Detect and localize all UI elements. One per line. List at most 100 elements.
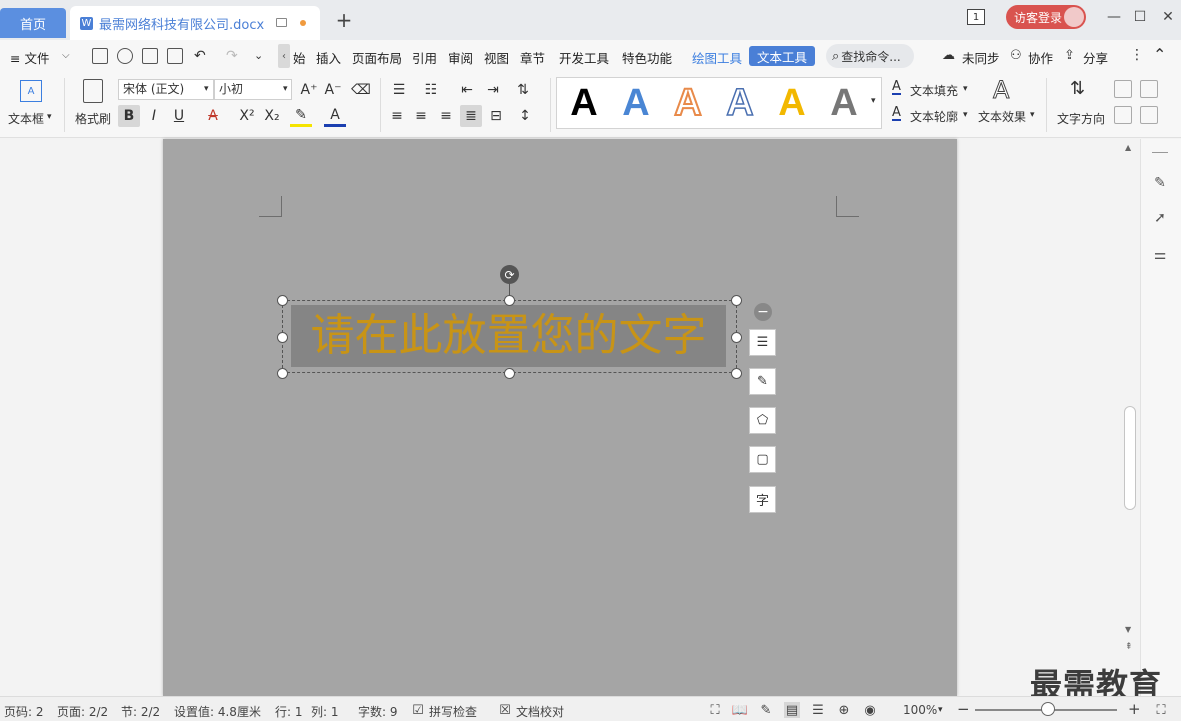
menu-reference[interactable]: 引用	[412, 48, 437, 67]
zoom-level[interactable]: 100%	[903, 703, 937, 717]
collab-button[interactable]: 协作	[1028, 48, 1053, 67]
fullscreen-icon[interactable]: ⛶	[707, 702, 723, 718]
text-style-black[interactable]: A	[559, 78, 609, 128]
search-command-input[interactable]: ⌕ 查找命令...	[826, 44, 914, 68]
text-style-gray[interactable]: A	[819, 78, 869, 128]
resize-handle[interactable]	[731, 295, 742, 306]
gallery-more-icon[interactable]: ▾	[871, 96, 876, 106]
menu-start[interactable]: 始	[293, 48, 306, 67]
sync-status[interactable]: 未同步	[962, 48, 1000, 67]
zoom-dropdown-icon[interactable]: ▾	[938, 705, 943, 715]
status-column[interactable]: 列: 1	[311, 703, 339, 720]
settings-sliders-icon[interactable]: ⚌	[1151, 246, 1169, 264]
zoom-in-button[interactable]: +	[1128, 700, 1141, 718]
text-direction-small-icon[interactable]: ⇅	[512, 79, 534, 101]
edit-pen-icon[interactable]: ✎	[1151, 174, 1169, 192]
menu-text-tools[interactable]: 文本工具	[749, 46, 815, 66]
underline-button[interactable]: U	[168, 105, 190, 127]
text-style-blue-outline[interactable]: A	[715, 78, 765, 128]
zoom-out-button[interactable]: −	[957, 700, 970, 718]
undo-icon[interactable]: ↶	[194, 48, 206, 64]
textbox-button[interactable]: 文本框	[8, 110, 44, 127]
resize-handle[interactable]	[731, 368, 742, 379]
monitor-icon[interactable]	[276, 18, 287, 27]
eye-protect-icon[interactable]: ◉	[862, 702, 878, 718]
prev-page-icon[interactable]: ⇞	[1125, 642, 1133, 652]
scrollbar-thumb[interactable]	[1124, 406, 1136, 510]
font-grow-icon[interactable]: A⁺	[298, 79, 320, 101]
decrease-indent-icon[interactable]: ⇤	[456, 79, 478, 101]
bold-button[interactable]: B	[118, 105, 140, 127]
tab-document[interactable]: W 最需网络科技有限公司.docx	[70, 6, 320, 40]
status-word-count[interactable]: 字数: 9	[358, 703, 398, 720]
text-style-gold[interactable]: A	[767, 78, 817, 128]
fit-text-icon[interactable]	[1140, 106, 1158, 124]
resize-handle[interactable]	[731, 332, 742, 343]
status-page-number[interactable]: 页码: 2	[4, 703, 44, 720]
distribute-icon[interactable]: ⊟	[485, 105, 507, 127]
align-right-icon[interactable]: ≡	[435, 105, 457, 127]
text-fill-dropdown-icon[interactable]: ▾	[963, 84, 968, 94]
maximize-button[interactable]: ☐	[1130, 8, 1150, 26]
write-mode-icon[interactable]: ✎	[758, 702, 774, 718]
layout-options-icon[interactable]: ☰	[749, 329, 776, 356]
font-shrink-icon[interactable]: A⁻	[322, 79, 344, 101]
print-preview-icon[interactable]	[167, 48, 183, 64]
text-effect-icon[interactable]: A	[992, 76, 1009, 105]
font-size-select[interactable]: 小初	[214, 79, 292, 100]
pen-style-icon[interactable]: ✎	[749, 368, 776, 395]
font-color-button[interactable]: A	[324, 105, 346, 127]
text-outline-icon[interactable]: A	[892, 106, 901, 121]
scroll-down-icon[interactable]: ▼	[1125, 625, 1131, 634]
doc-check-button[interactable]: 文档校对	[516, 703, 564, 720]
guest-login-button[interactable]: 访客登录	[1006, 5, 1086, 29]
resize-handle[interactable]	[504, 295, 515, 306]
resize-handle[interactable]	[277, 368, 288, 379]
menu-view[interactable]: 视图	[484, 48, 509, 67]
increase-indent-icon[interactable]: ⇥	[482, 79, 504, 101]
text-effect-dropdown-icon[interactable]: ▾	[1030, 110, 1035, 120]
menu-draw-tools[interactable]: 绘图工具	[692, 48, 742, 67]
numbered-list-icon[interactable]: ☷	[420, 79, 442, 101]
doc-check-icon[interactable]: ☒	[497, 702, 513, 718]
strikethrough-button[interactable]: A	[202, 105, 224, 127]
text-style-orange-outline[interactable]: A	[663, 78, 713, 128]
clear-format-icon[interactable]: ⌫	[350, 79, 372, 101]
fill-bucket-icon[interactable]: ⬠	[749, 407, 776, 434]
read-mode-icon[interactable]: 📖	[732, 702, 748, 718]
web-view-icon[interactable]: ⊕	[836, 702, 852, 718]
superscript-button[interactable]: X²	[236, 105, 258, 127]
save-icon[interactable]	[92, 48, 108, 64]
menu-review[interactable]: 审阅	[448, 48, 473, 67]
font-name-dropdown-icon[interactable]: ▾	[204, 84, 209, 94]
share-button[interactable]: 分享	[1083, 48, 1108, 67]
align-center-icon[interactable]: ≡	[410, 105, 432, 127]
text-fill-button[interactable]: 文本填充	[910, 82, 958, 99]
italic-button[interactable]: I	[143, 105, 165, 127]
quick-access-dropdown-icon[interactable]: ⌄	[254, 49, 263, 62]
textbox-icon[interactable]: A	[20, 80, 42, 102]
text-outline-button[interactable]: 文本轮廓	[910, 108, 958, 125]
align-left-icon[interactable]: ≡	[386, 105, 408, 127]
text-wrap-icon[interactable]: 字	[749, 486, 776, 513]
menu-special[interactable]: 特色功能	[622, 48, 672, 67]
collapse-ribbon-icon[interactable]: ⌃	[1153, 45, 1166, 64]
spell-check-icon[interactable]: ☑	[410, 702, 426, 718]
resize-handle[interactable]	[277, 332, 288, 343]
more-options-icon[interactable]: ⋮	[1130, 47, 1144, 63]
collapse-tools-icon[interactable]: −	[754, 303, 772, 321]
document-page[interactable]	[163, 139, 957, 696]
rotate-handle-icon[interactable]: ⟳	[500, 265, 519, 284]
status-row[interactable]: 行: 1	[275, 703, 303, 720]
menu-section[interactable]: 章节	[520, 48, 545, 67]
text-fill-icon[interactable]: A	[892, 80, 901, 95]
resize-handle[interactable]	[277, 295, 288, 306]
status-setting-value[interactable]: 设置值: 4.8厘米	[174, 703, 261, 720]
resize-handle[interactable]	[504, 368, 515, 379]
redo-icon[interactable]: ↷	[226, 48, 238, 64]
text-outline-dropdown-icon[interactable]: ▾	[963, 110, 968, 120]
status-page[interactable]: 页面: 2/2	[57, 703, 108, 720]
menu-dev-tools[interactable]: 开发工具	[559, 48, 609, 67]
scroll-up-icon[interactable]: ▲	[1125, 143, 1131, 152]
status-section[interactable]: 节: 2/2	[121, 703, 160, 720]
